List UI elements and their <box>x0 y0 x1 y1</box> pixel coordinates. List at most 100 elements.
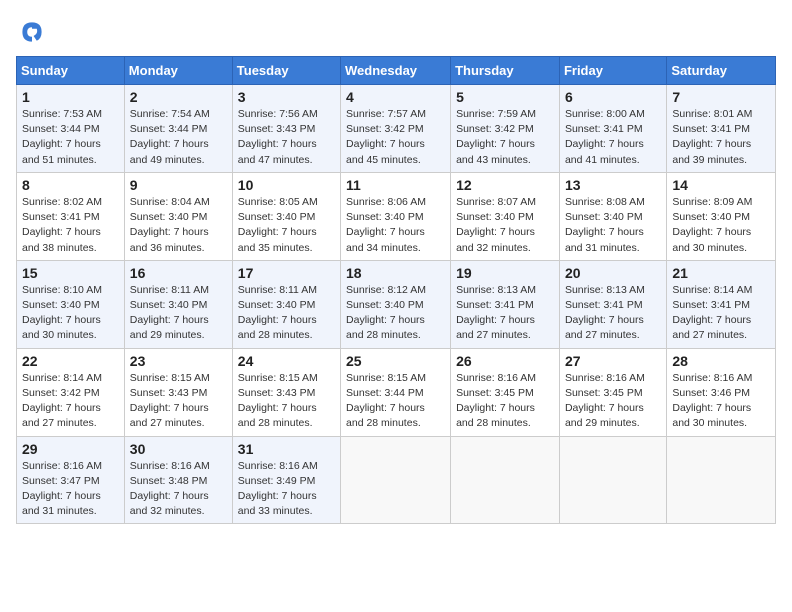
day-number: 26 <box>456 353 554 369</box>
calendar-cell: 31 Sunrise: 8:16 AM Sunset: 3:49 PM Dayl… <box>232 436 340 524</box>
daylight: Daylight: 7 hours and 34 minutes. <box>346 226 425 253</box>
daylight: Daylight: 7 hours and 39 minutes. <box>672 138 751 165</box>
daylight: Daylight: 7 hours and 33 minutes. <box>238 490 317 517</box>
daylight: Daylight: 7 hours and 32 minutes. <box>130 490 209 517</box>
sunrise: Sunrise: 8:08 AM <box>565 196 645 208</box>
day-info: Sunrise: 8:01 AM Sunset: 3:41 PM Dayligh… <box>672 107 770 168</box>
day-info: Sunrise: 8:15 AM Sunset: 3:43 PM Dayligh… <box>238 371 335 432</box>
day-number: 12 <box>456 177 554 193</box>
day-number: 22 <box>22 353 119 369</box>
calendar-cell: 15 Sunrise: 8:10 AM Sunset: 3:40 PM Dayl… <box>17 260 125 348</box>
daylight: Daylight: 7 hours and 27 minutes. <box>456 314 535 341</box>
day-info: Sunrise: 8:11 AM Sunset: 3:40 PM Dayligh… <box>238 283 335 344</box>
logo <box>16 16 52 48</box>
day-number: 19 <box>456 265 554 281</box>
sunrise: Sunrise: 8:16 AM <box>238 460 318 472</box>
day-number: 9 <box>130 177 227 193</box>
day-info: Sunrise: 8:08 AM Sunset: 3:40 PM Dayligh… <box>565 195 661 256</box>
sunset: Sunset: 3:40 PM <box>456 211 534 223</box>
daylight: Daylight: 7 hours and 43 minutes. <box>456 138 535 165</box>
calendar-cell: 11 Sunrise: 8:06 AM Sunset: 3:40 PM Dayl… <box>341 172 451 260</box>
sunrise: Sunrise: 8:02 AM <box>22 196 102 208</box>
day-info: Sunrise: 7:53 AM Sunset: 3:44 PM Dayligh… <box>22 107 119 168</box>
calendar-cell: 18 Sunrise: 8:12 AM Sunset: 3:40 PM Dayl… <box>341 260 451 348</box>
day-number: 27 <box>565 353 661 369</box>
daylight: Daylight: 7 hours and 31 minutes. <box>22 490 101 517</box>
calendar-cell: 5 Sunrise: 7:59 AM Sunset: 3:42 PM Dayli… <box>451 85 560 173</box>
sunrise: Sunrise: 8:06 AM <box>346 196 426 208</box>
calendar-cell: 4 Sunrise: 7:57 AM Sunset: 3:42 PM Dayli… <box>341 85 451 173</box>
sunrise: Sunrise: 8:14 AM <box>22 372 102 384</box>
day-info: Sunrise: 8:16 AM Sunset: 3:47 PM Dayligh… <box>22 459 119 520</box>
calendar-week-5: 29 Sunrise: 8:16 AM Sunset: 3:47 PM Dayl… <box>17 436 776 524</box>
sunset: Sunset: 3:42 PM <box>346 123 424 135</box>
calendar-cell <box>451 436 560 524</box>
calendar-cell: 9 Sunrise: 8:04 AM Sunset: 3:40 PM Dayli… <box>124 172 232 260</box>
sunset: Sunset: 3:41 PM <box>456 299 534 311</box>
sunrise: Sunrise: 7:56 AM <box>238 108 318 120</box>
day-info: Sunrise: 8:00 AM Sunset: 3:41 PM Dayligh… <box>565 107 661 168</box>
calendar-cell: 23 Sunrise: 8:15 AM Sunset: 3:43 PM Dayl… <box>124 348 232 436</box>
day-number: 13 <box>565 177 661 193</box>
sunrise: Sunrise: 8:01 AM <box>672 108 752 120</box>
sunrise: Sunrise: 8:16 AM <box>130 460 210 472</box>
daylight: Daylight: 7 hours and 47 minutes. <box>238 138 317 165</box>
daylight: Daylight: 7 hours and 45 minutes. <box>346 138 425 165</box>
day-info: Sunrise: 7:57 AM Sunset: 3:42 PM Dayligh… <box>346 107 445 168</box>
sunset: Sunset: 3:40 PM <box>346 211 424 223</box>
sunrise: Sunrise: 8:16 AM <box>672 372 752 384</box>
sunset: Sunset: 3:41 PM <box>565 299 643 311</box>
weekday-header-saturday: Saturday <box>667 57 776 85</box>
calendar-cell: 28 Sunrise: 8:16 AM Sunset: 3:46 PM Dayl… <box>667 348 776 436</box>
daylight: Daylight: 7 hours and 27 minutes. <box>130 402 209 429</box>
day-info: Sunrise: 8:12 AM Sunset: 3:40 PM Dayligh… <box>346 283 445 344</box>
calendar-cell: 29 Sunrise: 8:16 AM Sunset: 3:47 PM Dayl… <box>17 436 125 524</box>
calendar-cell: 2 Sunrise: 7:54 AM Sunset: 3:44 PM Dayli… <box>124 85 232 173</box>
day-number: 31 <box>238 441 335 457</box>
daylight: Daylight: 7 hours and 27 minutes. <box>565 314 644 341</box>
day-info: Sunrise: 8:02 AM Sunset: 3:41 PM Dayligh… <box>22 195 119 256</box>
sunrise: Sunrise: 7:57 AM <box>346 108 426 120</box>
calendar-cell: 8 Sunrise: 8:02 AM Sunset: 3:41 PM Dayli… <box>17 172 125 260</box>
sunrise: Sunrise: 8:04 AM <box>130 196 210 208</box>
calendar-cell: 22 Sunrise: 8:14 AM Sunset: 3:42 PM Dayl… <box>17 348 125 436</box>
day-number: 30 <box>130 441 227 457</box>
calendar-cell: 13 Sunrise: 8:08 AM Sunset: 3:40 PM Dayl… <box>559 172 666 260</box>
calendar-cell <box>341 436 451 524</box>
weekday-header-tuesday: Tuesday <box>232 57 340 85</box>
sunrise: Sunrise: 8:15 AM <box>130 372 210 384</box>
calendar-table: SundayMondayTuesdayWednesdayThursdayFrid… <box>16 56 776 524</box>
daylight: Daylight: 7 hours and 32 minutes. <box>456 226 535 253</box>
calendar-cell: 30 Sunrise: 8:16 AM Sunset: 3:48 PM Dayl… <box>124 436 232 524</box>
sunrise: Sunrise: 8:00 AM <box>565 108 645 120</box>
day-number: 15 <box>22 265 119 281</box>
day-info: Sunrise: 8:16 AM Sunset: 3:46 PM Dayligh… <box>672 371 770 432</box>
sunrise: Sunrise: 8:13 AM <box>565 284 645 296</box>
day-number: 5 <box>456 89 554 105</box>
sunset: Sunset: 3:43 PM <box>238 387 316 399</box>
sunrise: Sunrise: 8:11 AM <box>238 284 317 296</box>
day-info: Sunrise: 8:14 AM Sunset: 3:41 PM Dayligh… <box>672 283 770 344</box>
sunrise: Sunrise: 8:11 AM <box>130 284 209 296</box>
day-number: 21 <box>672 265 770 281</box>
day-info: Sunrise: 8:15 AM Sunset: 3:44 PM Dayligh… <box>346 371 445 432</box>
sunrise: Sunrise: 8:16 AM <box>22 460 102 472</box>
sunset: Sunset: 3:40 PM <box>130 211 208 223</box>
daylight: Daylight: 7 hours and 28 minutes. <box>456 402 535 429</box>
sunset: Sunset: 3:41 PM <box>672 299 750 311</box>
day-info: Sunrise: 8:07 AM Sunset: 3:40 PM Dayligh… <box>456 195 554 256</box>
sunset: Sunset: 3:44 PM <box>22 123 100 135</box>
sunset: Sunset: 3:43 PM <box>238 123 316 135</box>
sunrise: Sunrise: 8:14 AM <box>672 284 752 296</box>
day-number: 10 <box>238 177 335 193</box>
sunset: Sunset: 3:46 PM <box>672 387 750 399</box>
sunrise: Sunrise: 7:53 AM <box>22 108 102 120</box>
day-info: Sunrise: 8:10 AM Sunset: 3:40 PM Dayligh… <box>22 283 119 344</box>
sunset: Sunset: 3:45 PM <box>565 387 643 399</box>
calendar-cell: 26 Sunrise: 8:16 AM Sunset: 3:45 PM Dayl… <box>451 348 560 436</box>
sunset: Sunset: 3:44 PM <box>346 387 424 399</box>
daylight: Daylight: 7 hours and 27 minutes. <box>22 402 101 429</box>
sunrise: Sunrise: 7:54 AM <box>130 108 210 120</box>
day-info: Sunrise: 7:59 AM Sunset: 3:42 PM Dayligh… <box>456 107 554 168</box>
day-number: 11 <box>346 177 445 193</box>
